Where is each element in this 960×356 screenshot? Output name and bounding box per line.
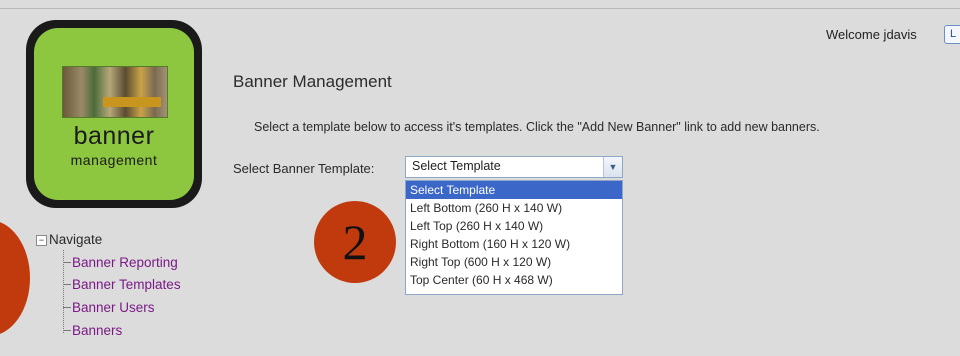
- template-select[interactable]: Select Template ▼: [405, 156, 623, 178]
- dropdown-option[interactable]: Left Bottom (260 H x 140 W): [406, 199, 622, 217]
- logo-word-management: management: [70, 152, 158, 168]
- select-template-label: Select Banner Template:: [233, 161, 375, 176]
- tree-branch-tick: [63, 307, 71, 308]
- banner-management-logo: banner management: [26, 20, 202, 208]
- nav-item-label[interactable]: Banner Reporting: [72, 255, 178, 270]
- dropdown-option[interactable]: Right Bottom (160 H x 120 W): [406, 235, 622, 253]
- nav-item-banner-users[interactable]: Banner Users: [63, 300, 155, 315]
- welcome-text: Welcome jdavis: [826, 27, 917, 42]
- nav-item-banner-reporting[interactable]: Banner Reporting: [63, 255, 178, 270]
- template-dropdown-list: Select Template Left Bottom (260 H x 140…: [405, 180, 623, 295]
- top-divider: [0, 8, 960, 9]
- tree-branch-tick: [63, 262, 71, 263]
- tree-branch-tick: [63, 330, 71, 331]
- dropdown-option[interactable]: Select Template: [406, 181, 622, 199]
- tree-branch-tick: [63, 284, 71, 285]
- nav-root-label: Navigate: [49, 232, 103, 247]
- instructions-text: Select a template below to access it's t…: [254, 120, 820, 134]
- dropdown-option[interactable]: Left Top (260 H x 140 W): [406, 217, 622, 235]
- logo-photo-strip: [62, 66, 168, 118]
- collapse-icon[interactable]: −: [36, 235, 47, 246]
- page-title: Banner Management: [233, 72, 392, 91]
- nav-item-label[interactable]: Banners: [72, 323, 122, 338]
- callout-marker-2: 2: [314, 201, 396, 283]
- nav-item-banners[interactable]: Banners: [63, 323, 122, 338]
- app-frame: banner management Welcome jdavis L Banne…: [0, 0, 960, 356]
- callout-marker-1: 1: [0, 220, 30, 336]
- logout-button[interactable]: L: [944, 25, 960, 44]
- nav-item-label[interactable]: Banner Users: [72, 300, 155, 315]
- logo-badge: banner management: [34, 28, 194, 200]
- logo-photo-stripe: [103, 97, 161, 107]
- nav-item-label[interactable]: Banner Templates: [72, 277, 181, 292]
- nav-item-banner-templates[interactable]: Banner Templates: [63, 277, 181, 292]
- template-select-value: Select Template: [412, 159, 501, 173]
- chevron-down-icon[interactable]: ▼: [603, 157, 622, 177]
- nav-tree-root[interactable]: − Navigate: [36, 232, 102, 247]
- dropdown-option[interactable]: Right Top (600 H x 120 W): [406, 253, 622, 271]
- dropdown-option[interactable]: Top Center (60 H x 468 W): [406, 271, 622, 289]
- logo-word-banner: banner: [73, 122, 155, 150]
